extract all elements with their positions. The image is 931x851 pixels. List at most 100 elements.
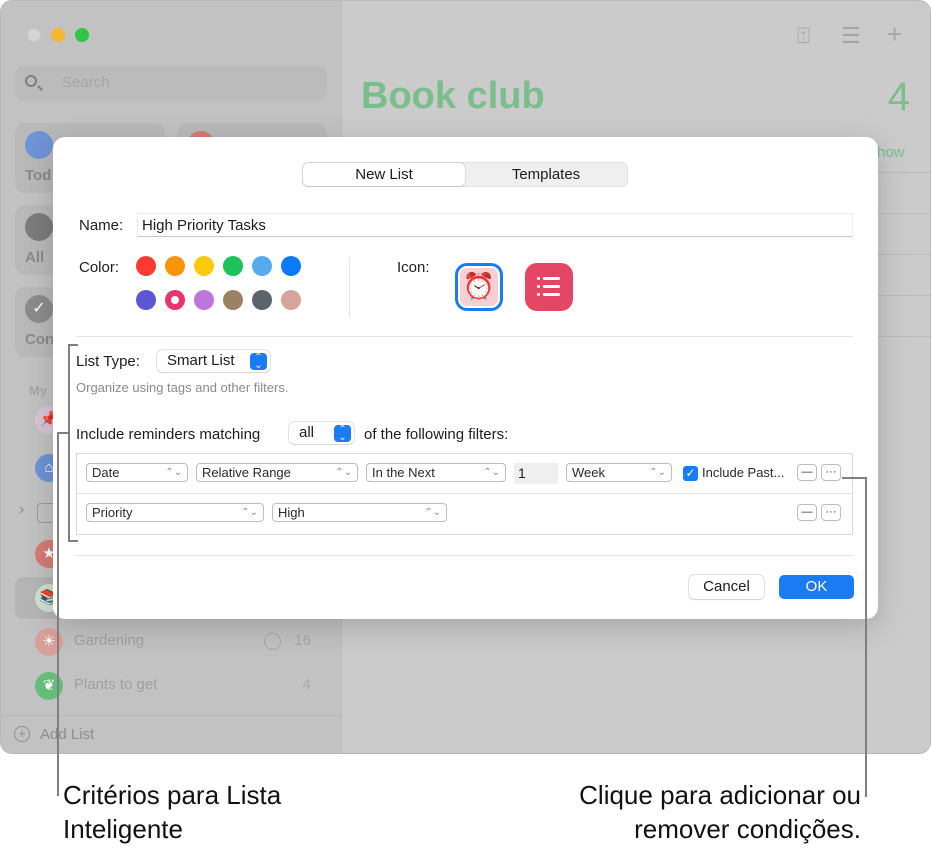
list-options-icon[interactable]: ☰ xyxy=(841,23,861,49)
filter-field-popup[interactable]: Date ⌃⌄ xyxy=(86,463,188,482)
checkmark-icon: ✓ xyxy=(25,295,53,323)
icon-label: Icon: xyxy=(397,259,430,276)
filter-value: High xyxy=(278,505,305,520)
color-swatch[interactable] xyxy=(165,290,185,310)
callout-line: remover condições. xyxy=(634,814,861,844)
color-swatch[interactable] xyxy=(136,256,156,276)
callout-line: Inteligente xyxy=(63,814,183,844)
callout-bracket-left xyxy=(68,344,70,542)
chevron-up-down-icon: ⌃⌄ xyxy=(334,425,351,443)
list-name: Gardening xyxy=(74,632,145,649)
maximize-window-button[interactable] xyxy=(75,28,89,42)
list-name: Plants to get xyxy=(74,676,158,693)
chevron-up-down-icon: ⌃⌄ xyxy=(483,467,500,478)
tab-templates[interactable]: Templates xyxy=(465,163,627,186)
list-name-field[interactable]: High Priority Tasks xyxy=(137,213,853,237)
tab-new-list[interactable]: New List xyxy=(303,163,465,186)
list-name-value: High Priority Tasks xyxy=(142,217,266,234)
more-filter-options-button[interactable]: ··· xyxy=(821,464,841,481)
filter-amount-field[interactable]: 1 xyxy=(514,463,558,484)
filter-field-popup[interactable]: Priority ⌃⌄ xyxy=(86,503,264,522)
chevron-up-down-icon: ⌃⌄ xyxy=(250,353,267,371)
list-count: 4 xyxy=(302,676,311,693)
alarm-clock-icon[interactable]: ⏰ xyxy=(455,263,503,311)
list-type-label: List Type: xyxy=(76,353,140,370)
filter-field-value: Date xyxy=(92,465,120,480)
filter-unit-value: Week xyxy=(572,465,605,480)
callout-line: Clique para adicionar ou xyxy=(579,780,861,810)
vertical-divider xyxy=(349,257,350,317)
share-icon[interactable]: ⍐ xyxy=(797,23,810,49)
filter-qualifier-popup[interactable]: In the Next ⌃⌄ xyxy=(366,463,506,482)
cancel-button[interactable]: Cancel xyxy=(689,575,764,599)
remove-filter-button[interactable]: — xyxy=(797,504,817,521)
callout-line: Critérios para Lista xyxy=(63,780,282,810)
callout-connector-right xyxy=(842,477,866,479)
add-list-button[interactable]: + Add List xyxy=(1,715,342,753)
callout-add-remove-conditions: Clique para adicionar ou remover condiçõ… xyxy=(579,778,861,846)
list-title: Book club xyxy=(361,75,545,117)
search-placeholder: Search xyxy=(62,74,110,91)
tile-label-today: Tod xyxy=(25,167,52,184)
sidebar-list-item-plants-to-get[interactable]: ❦ Plants to get 4 xyxy=(15,665,327,707)
filter-rules: Date ⌃⌄ Relative Range ⌃⌄ In the Next ⌃⌄ 1 … xyxy=(76,453,853,535)
search-input[interactable]: Search xyxy=(15,66,327,100)
tile-label-completed: Con xyxy=(25,331,55,348)
add-list-label: Add List xyxy=(40,726,95,743)
dialog-tab-control: New List Templates xyxy=(302,162,628,187)
filter-value-popup[interactable]: High ⌃⌄ xyxy=(272,503,447,522)
more-filter-options-button[interactable]: ··· xyxy=(821,504,841,521)
color-swatch[interactable] xyxy=(252,290,272,310)
calendar-icon xyxy=(25,131,53,159)
color-swatch[interactable] xyxy=(281,256,301,276)
name-label: Name: xyxy=(79,217,124,234)
filter-operator-value: Relative Range xyxy=(202,465,291,480)
list-count: 16 xyxy=(294,632,311,649)
color-swatch[interactable] xyxy=(165,256,185,276)
color-swatch[interactable] xyxy=(223,290,243,310)
chevron-up-down-icon: ⌃⌄ xyxy=(241,507,258,518)
color-swatch[interactable] xyxy=(223,256,243,276)
callout-leader-right xyxy=(865,477,867,797)
list-type-popup[interactable]: Smart List ⌃ ⌄ xyxy=(157,350,270,372)
list-bullets-icon[interactable] xyxy=(525,263,573,311)
include-past-label: Include Past... xyxy=(702,465,785,480)
color-swatch[interactable] xyxy=(194,290,214,310)
match-prefix-label: Include reminders matching xyxy=(76,426,261,443)
color-swatch[interactable] xyxy=(136,290,156,310)
list-count-large: 4 xyxy=(887,75,910,119)
divider xyxy=(76,555,853,556)
remove-filter-button[interactable]: — xyxy=(797,464,817,481)
new-list-dialog: New List Templates Name: High Priority T… xyxy=(53,137,878,619)
color-swatch[interactable] xyxy=(252,256,272,276)
search-icon xyxy=(25,75,37,87)
chevron-up-down-icon: ⌃⌄ xyxy=(649,467,666,478)
divider xyxy=(76,336,853,337)
ok-button[interactable]: OK xyxy=(779,575,854,599)
filter-row-priority: Priority ⌃⌄ High ⌃⌄ — ··· xyxy=(77,494,852,534)
tray-icon xyxy=(25,213,53,241)
list-type-hint: Organize using tags and other filters. xyxy=(76,380,289,395)
chevron-up-down-icon: ⌃⌄ xyxy=(165,467,182,478)
callout-leader-left xyxy=(57,432,59,796)
sidebar-list-item-gardening[interactable]: ☀ Gardening 16 xyxy=(15,621,327,663)
color-swatch[interactable] xyxy=(281,290,301,310)
filter-operator-popup[interactable]: Relative Range ⌃⌄ xyxy=(196,463,358,482)
color-label: Color: xyxy=(79,259,120,276)
color-swatch[interactable] xyxy=(194,256,214,276)
chevron-up-down-icon: ⌃⌄ xyxy=(335,467,352,478)
show-link[interactable]: how xyxy=(877,144,905,161)
add-icon[interactable]: + xyxy=(887,19,902,50)
section-header-my-lists: My xyxy=(29,383,48,398)
minimize-window-button[interactable] xyxy=(51,28,65,42)
include-past-checkbox[interactable]: ✓ xyxy=(683,466,698,481)
plus-circle-icon: + xyxy=(14,726,30,742)
callout-smart-list-criteria: Critérios para Lista Inteligente xyxy=(63,778,281,846)
filter-qualifier-value: In the Next xyxy=(372,465,435,480)
tile-label-all: All xyxy=(25,249,45,266)
callout-bracket-top xyxy=(68,344,78,346)
list-type-value: Smart List xyxy=(167,352,235,369)
close-window-button[interactable] xyxy=(27,28,41,42)
filter-unit-popup[interactable]: Week ⌃⌄ xyxy=(566,463,672,482)
match-mode-popup[interactable]: all ⌃ ⌄ xyxy=(289,422,354,444)
